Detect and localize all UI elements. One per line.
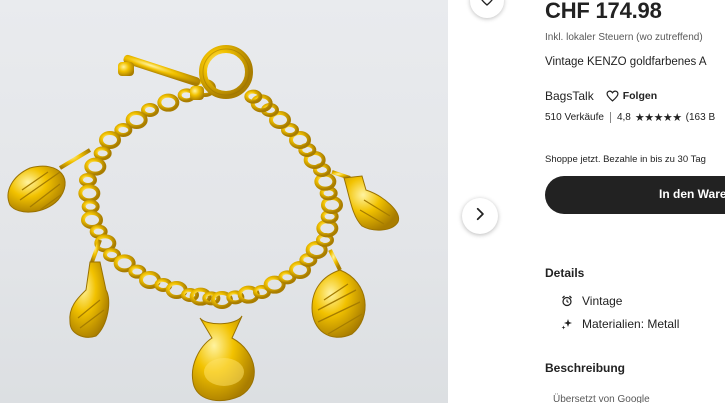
chevron-right-icon	[473, 207, 487, 226]
chain-link	[114, 123, 133, 137]
add-to-cart-label: In den Waren	[659, 187, 725, 201]
detail-item-materials: Materialien: Metall	[561, 317, 679, 331]
heart-icon	[479, 0, 495, 12]
alarm-clock-icon	[561, 295, 573, 307]
details-heading[interactable]: Details	[545, 266, 584, 280]
review-count-link[interactable]: (163 B	[686, 112, 715, 123]
follow-label: Folgen	[622, 90, 658, 102]
sparkle-icon	[561, 318, 573, 330]
charm-ring	[328, 249, 342, 271]
chain-link	[141, 103, 159, 117]
chain-link	[125, 111, 148, 129]
vase-charm-right	[343, 175, 400, 231]
add-to-cart-button[interactable]: In den Waren	[545, 176, 725, 214]
chain-link	[99, 131, 121, 149]
next-image-button[interactable]	[462, 198, 498, 234]
detail-item-label: Vintage	[582, 294, 623, 308]
translated-note: Übersetzt von Google	[553, 394, 650, 403]
chain-link	[81, 199, 100, 214]
follow-button[interactable]: Folgen	[606, 90, 657, 102]
bottle-charm-left	[69, 261, 110, 338]
leaf-charm-left	[7, 165, 66, 213]
rating-value: 4,8	[616, 112, 631, 123]
installment-note: Shoppe jetzt. Bezahle in bis zu 30 Tag	[545, 154, 706, 165]
bracelet-illustration	[7, 45, 400, 402]
listing-title: Vintage KENZO goldfarbenes A	[545, 56, 707, 68]
shop-row: BagsTalk Folgen	[545, 89, 657, 103]
listing-panel: CHF 174.98 Inkl. lokaler Steuern (wo zut…	[545, 0, 725, 403]
chain-link	[314, 172, 337, 191]
product-photo[interactable]	[0, 0, 448, 403]
shop-name-link[interactable]: BagsTalk	[545, 89, 594, 103]
detail-item-label: Materialien: Metall	[582, 317, 680, 331]
money-bag-charm	[192, 315, 255, 402]
chain-link	[157, 93, 180, 112]
gallery-gap	[448, 0, 545, 403]
chain-link	[93, 146, 112, 161]
price: CHF 174.98	[545, 0, 662, 23]
toggle-bar	[118, 54, 204, 100]
sales-count: 510 Verkäufe	[545, 112, 604, 123]
description-heading[interactable]: Beschreibung	[545, 361, 625, 375]
detail-item-vintage: Vintage	[561, 294, 622, 308]
leaf-charm-right	[311, 269, 366, 338]
divider	[609, 112, 611, 123]
chain-link	[79, 173, 97, 187]
star-rating-icon: ★★★★★	[634, 112, 682, 124]
tax-note: Inkl. lokaler Steuern (wo zutreffend)	[545, 32, 703, 43]
shop-stats: 510 Verkäufe 4,8 ★★★★★ (163 B	[545, 111, 715, 124]
chain-link	[84, 157, 107, 176]
chain-link	[78, 184, 101, 203]
heart-outline-icon	[606, 90, 619, 102]
